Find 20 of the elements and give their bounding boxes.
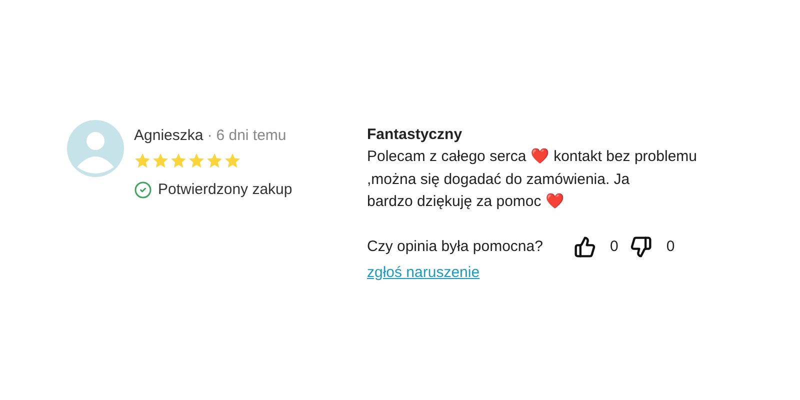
thumbs-up-button[interactable]	[574, 236, 596, 258]
star-icon	[170, 152, 187, 169]
downvote-count: 0	[666, 236, 675, 256]
report-link[interactable]: zgłoś naruszenie	[367, 262, 480, 284]
separator-dot: ·	[207, 126, 212, 146]
star-icon	[134, 152, 151, 169]
star-icon	[206, 152, 223, 169]
star-icon	[224, 152, 241, 169]
review-title: Fantastyczny	[367, 125, 464, 145]
avatar-icon	[67, 120, 124, 177]
review-date: 6 dni temu	[216, 126, 286, 146]
author-name: Agnieszka	[134, 126, 204, 146]
verified-purchase-label: Potwierdzony zakup	[158, 180, 292, 200]
upvote-count: 0	[610, 236, 618, 256]
star-icon	[188, 152, 205, 169]
check-circle-icon	[134, 181, 152, 200]
helpful-question: Czy opinia była pomocna?	[367, 236, 544, 256]
thumbs-down-button[interactable]	[630, 236, 652, 258]
star-icon	[152, 152, 169, 169]
review-text: Polecam z całego serca ❤ kontakt bez problemu ,można się dogadać do zamówienia. Ja bardzo dziękuję za pomoc ❤	[367, 147, 698, 212]
